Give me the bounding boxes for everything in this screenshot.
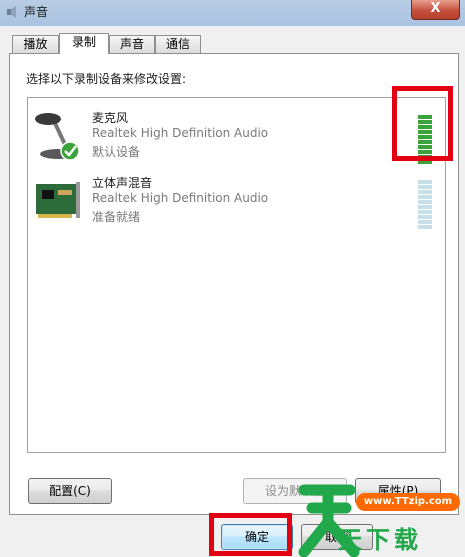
tab-recording[interactable]: 录制	[59, 33, 109, 54]
device-name: 麦克风	[92, 111, 129, 125]
watermark-url: www.TTzip.com	[356, 493, 460, 511]
meter-segment	[418, 200, 432, 204]
meter-segment	[418, 220, 432, 224]
device-status: 默认设备	[92, 145, 141, 159]
meter-segment	[418, 190, 432, 194]
device-status: 准备就绪	[92, 210, 141, 224]
meter-segment	[418, 225, 432, 229]
meter-segment	[418, 180, 432, 184]
highlight-box-ok-button	[209, 513, 292, 556]
tab-communications[interactable]: 通信	[155, 35, 201, 53]
microphone-icon	[35, 113, 80, 161]
window-title: 声音	[24, 5, 49, 19]
device-name: 立体声混音	[92, 176, 153, 190]
device-list: 麦克风 Realtek High Definition Audio 默认设备 立…	[27, 97, 446, 453]
device-description: Realtek High Definition Audio	[92, 191, 269, 205]
watermark-brand: 天下载	[338, 525, 422, 554]
instruction-text: 选择以下录制设备来修改设置:	[26, 72, 187, 86]
device-item-microphone[interactable]: 麦克风 Realtek High Definition Audio 默认设备	[28, 109, 445, 171]
highlight-box-level-meter	[392, 86, 453, 161]
configure-button[interactable]: 配置(C)	[28, 478, 112, 504]
level-meter	[418, 180, 434, 230]
device-description: Realtek High Definition Audio	[92, 126, 269, 140]
meter-segment	[418, 205, 432, 209]
close-button[interactable]: X	[411, 0, 460, 20]
meter-segment	[418, 185, 432, 189]
meter-segment	[418, 215, 432, 219]
meter-segment	[418, 210, 432, 214]
tab-sounds[interactable]: 声音	[109, 35, 155, 53]
title-bar: 声音 X	[0, 0, 465, 26]
speaker-icon	[7, 6, 16, 18]
tab-playback[interactable]: 播放	[12, 35, 59, 53]
meter-segment	[418, 195, 432, 199]
sound-card-icon	[36, 182, 80, 218]
device-item-stereo-mix[interactable]: 立体声混音 Realtek High Definition Audio 准备就绪	[28, 174, 445, 236]
